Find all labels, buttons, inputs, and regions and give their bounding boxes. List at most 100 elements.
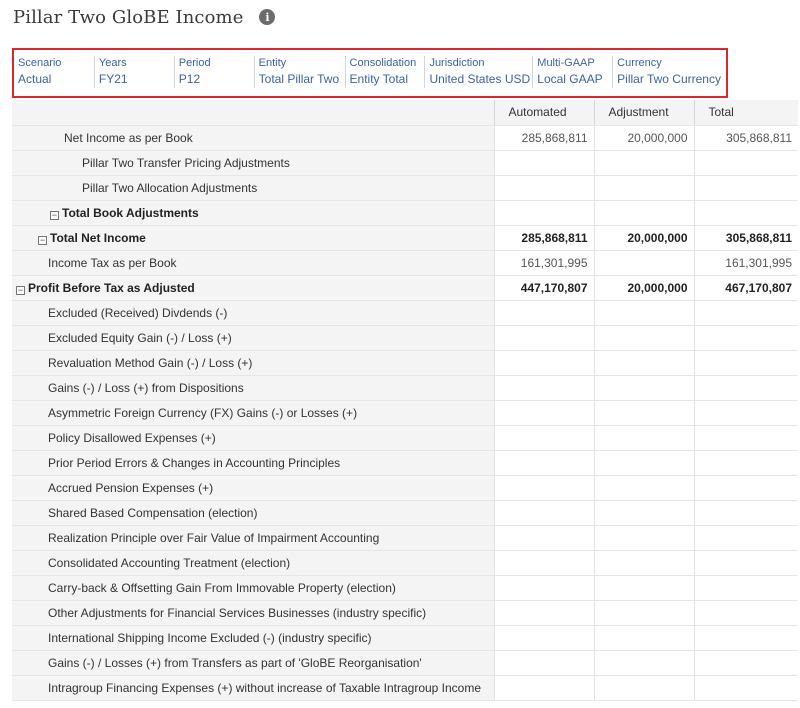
- pov-value[interactable]: FY21: [99, 70, 174, 88]
- pov-value[interactable]: Entity Total: [350, 70, 425, 88]
- cell-total[interactable]: [693, 350, 798, 376]
- cell-adjustment[interactable]: [593, 450, 694, 476]
- cell-automated[interactable]: [493, 175, 594, 201]
- cell-adjustment[interactable]: [593, 625, 694, 651]
- collapse-icon[interactable]: −: [38, 235, 47, 245]
- pov-value[interactable]: Total Pillar Two: [259, 70, 345, 88]
- row-label: Gains (-) / Losses (+) from Transfers as…: [48, 655, 422, 670]
- cell-automated[interactable]: [493, 475, 594, 501]
- column-header-automated[interactable]: Automated: [493, 100, 594, 126]
- cell-adjustment[interactable]: [593, 425, 694, 451]
- pov-item-jurisdiction[interactable]: Jurisdiction United States USD: [424, 56, 532, 88]
- cell-adjustment[interactable]: [593, 525, 694, 551]
- cell-total[interactable]: [693, 450, 798, 476]
- cell-adjustment[interactable]: [593, 375, 694, 401]
- cell-automated[interactable]: 285,868,811: [493, 225, 594, 251]
- cell-total[interactable]: [693, 650, 798, 676]
- cell-automated[interactable]: [493, 425, 594, 451]
- pov-value[interactable]: Pillar Two Currency: [617, 70, 726, 88]
- pov-bar: Scenario Actual Years FY21 Period P12 Entity To…: [12, 48, 728, 98]
- pov-item-currency[interactable]: Currency Pillar Two Currency: [612, 56, 726, 88]
- pov-item-years[interactable]: Years FY21: [93, 56, 174, 88]
- cell-total[interactable]: [693, 200, 798, 226]
- cell-automated[interactable]: [493, 625, 594, 651]
- cell-automated[interactable]: [493, 450, 594, 476]
- cell-automated[interactable]: [493, 350, 594, 376]
- cell-total[interactable]: 467,170,807: [693, 275, 798, 301]
- cell-total[interactable]: [693, 625, 798, 651]
- cell-adjustment[interactable]: [593, 175, 694, 201]
- cell-total[interactable]: [693, 325, 798, 351]
- cell-automated[interactable]: [493, 525, 594, 551]
- cell-automated[interactable]: [493, 400, 594, 426]
- cell-total[interactable]: [693, 600, 798, 626]
- pov-value[interactable]: Local GAAP: [537, 70, 612, 88]
- cell-automated[interactable]: [493, 650, 594, 676]
- cell-total[interactable]: 305,868,811: [693, 225, 798, 251]
- cell-total[interactable]: [693, 375, 798, 401]
- cell-adjustment[interactable]: [593, 350, 694, 376]
- cell-adjustment[interactable]: [593, 500, 694, 526]
- cell-adjustment[interactable]: [593, 400, 694, 426]
- pov-item-scenario[interactable]: Scenario Actual: [14, 56, 94, 88]
- cell-adjustment[interactable]: [593, 475, 694, 501]
- cell-automated[interactable]: [493, 500, 594, 526]
- cell-automated[interactable]: [493, 600, 594, 626]
- info-icon[interactable]: i: [259, 9, 276, 25]
- cell-total[interactable]: 161,301,995: [693, 250, 798, 276]
- cell-total[interactable]: [693, 500, 798, 526]
- cell-adjustment[interactable]: [593, 675, 694, 701]
- collapse-icon[interactable]: −: [50, 210, 59, 220]
- cell-total[interactable]: [693, 475, 798, 501]
- cell-automated[interactable]: [493, 575, 594, 601]
- cell-automated[interactable]: [493, 675, 594, 701]
- cell-total[interactable]: [693, 425, 798, 451]
- cell-total[interactable]: [693, 175, 798, 201]
- cell-adjustment[interactable]: 20,000,000: [593, 275, 694, 301]
- pov-value[interactable]: Actual: [18, 70, 94, 88]
- pov-item-entity[interactable]: Entity Total Pillar Two: [253, 56, 345, 88]
- pov-value[interactable]: P12: [179, 70, 254, 88]
- cell-automated[interactable]: [493, 150, 594, 176]
- cell-adjustment[interactable]: 20,000,000: [593, 225, 694, 251]
- cell-total[interactable]: [693, 550, 798, 576]
- cell-adjustment[interactable]: [593, 600, 694, 626]
- cell-total[interactable]: [693, 400, 798, 426]
- cell-total[interactable]: 305,868,811: [693, 125, 798, 151]
- pov-item-multi-gaap[interactable]: Multi-GAAP Local GAAP: [532, 56, 612, 88]
- pov-label: Years: [98, 57, 127, 69]
- row-label-cell: Consolidated Accounting Treatment (elect…: [12, 550, 494, 576]
- pov-item-period[interactable]: Period P12: [173, 56, 254, 88]
- column-header-total[interactable]: Total: [693, 100, 798, 126]
- cell-adjustment[interactable]: [593, 150, 694, 176]
- cell-automated[interactable]: 447,170,807: [493, 275, 594, 301]
- cell-automated[interactable]: [493, 325, 594, 351]
- cell-automated[interactable]: [493, 300, 594, 326]
- cell-total[interactable]: [693, 525, 798, 551]
- table-row: Excluded (Received) Divdends (-): [12, 300, 798, 326]
- cell-automated[interactable]: 285,868,811: [493, 125, 594, 151]
- cell-total[interactable]: [693, 675, 798, 701]
- row-label-cell: Gains (-) / Losses (+) from Transfers as…: [12, 650, 494, 676]
- cell-automated[interactable]: [493, 375, 594, 401]
- cell-total[interactable]: [693, 575, 798, 601]
- cell-adjustment[interactable]: 20,000,000: [593, 125, 694, 151]
- cell-adjustment[interactable]: [593, 650, 694, 676]
- cell-automated[interactable]: [493, 550, 594, 576]
- cell-adjustment[interactable]: [593, 300, 694, 326]
- pov-item-consolidation[interactable]: Consolidation Entity Total: [344, 56, 425, 88]
- collapse-icon[interactable]: −: [16, 285, 25, 295]
- column-header-adjustment[interactable]: Adjustment: [593, 100, 694, 126]
- cell-adjustment[interactable]: [593, 325, 694, 351]
- cell-adjustment[interactable]: [593, 250, 694, 276]
- cell-total[interactable]: [693, 150, 798, 176]
- cell-adjustment[interactable]: [593, 550, 694, 576]
- cell-automated[interactable]: 161,301,995: [493, 250, 594, 276]
- cell-adjustment[interactable]: [593, 200, 694, 226]
- cell-adjustment[interactable]: [593, 575, 694, 601]
- cell-total[interactable]: [693, 300, 798, 326]
- row-label-cell: − Total Net Income: [12, 225, 494, 251]
- row-label: Shared Based Compensation (election): [48, 505, 258, 520]
- pov-value[interactable]: United States USD: [429, 70, 532, 88]
- cell-automated[interactable]: [493, 200, 594, 226]
